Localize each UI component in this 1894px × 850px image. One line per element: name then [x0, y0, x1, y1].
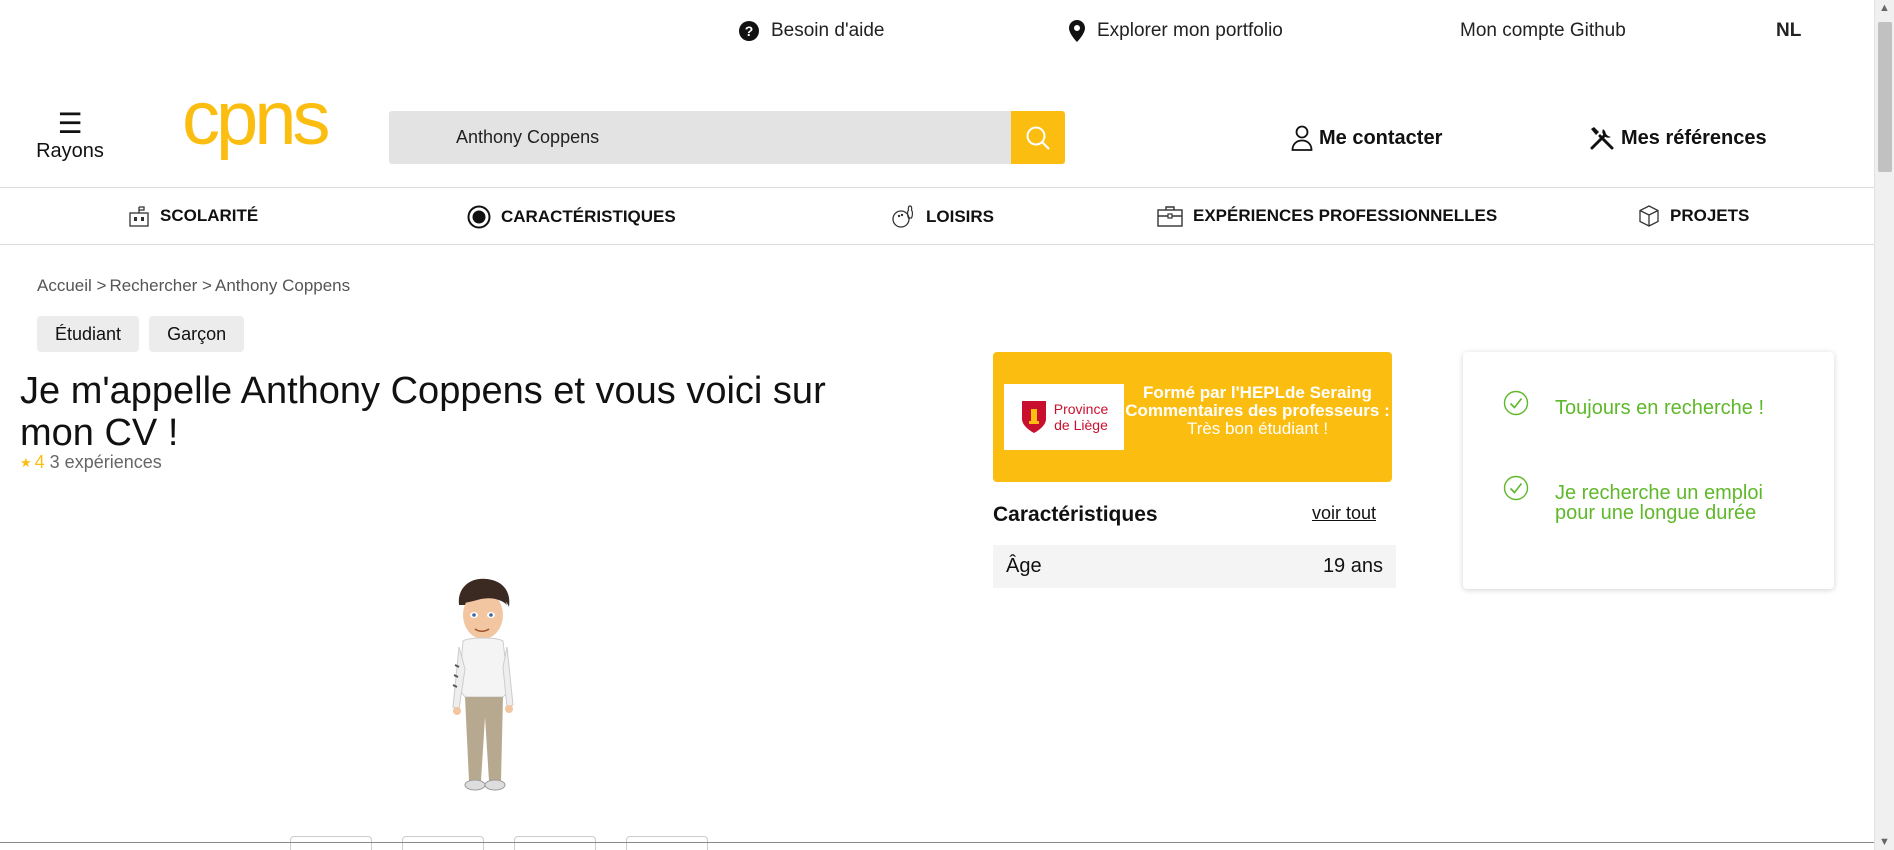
page-title: Je m'appelle Anthony Coppens et vous voi…	[20, 370, 826, 454]
target-icon	[467, 205, 491, 229]
characteristic-value: 19 ans	[1322, 555, 1383, 577]
utility-bar: ? Besoin d'aide Explorer mon portfolio M…	[0, 0, 1874, 72]
scroll-up-arrow-icon[interactable]: ▲	[1879, 2, 1890, 14]
nav-experiences[interactable]: EXPÉRIENCES PROFESSIONNELLES	[1157, 205, 1497, 227]
help-label: Besoin d'aide	[771, 20, 885, 41]
nav-projets[interactable]: PROJETS	[1638, 205, 1749, 227]
training-banner[interactable]: Province de Liège Formé par l'HEPLde Ser…	[993, 352, 1392, 482]
avatar-illustration	[452, 578, 514, 791]
contact-link[interactable]: Me contacter	[1291, 125, 1442, 151]
portfolio-label: Explorer mon portfolio	[1097, 20, 1283, 41]
briefcase-icon	[1157, 206, 1183, 227]
status-item: Je recherche un emploi pour une longue d…	[1503, 475, 1775, 524]
province-logo-line2: de Liège	[1054, 417, 1108, 433]
tools-icon	[1590, 127, 1614, 150]
help-link[interactable]: ? Besoin d'aide	[739, 20, 885, 42]
question-icon: ?	[739, 21, 759, 41]
characteristics-title: Caractéristiques	[993, 503, 1158, 526]
experiences-count[interactable]: 3 expériences	[50, 452, 162, 473]
cpns-logo[interactable]: cpns	[182, 94, 342, 164]
nav-loisirs[interactable]: LOISIRS	[892, 205, 994, 229]
scroll-down-arrow-icon[interactable]: ▼	[1879, 836, 1890, 848]
box-icon	[1639, 205, 1659, 227]
portfolio-link[interactable]: Explorer mon portfolio	[1069, 20, 1283, 42]
school-icon	[129, 206, 149, 227]
province-liege-logo: Province de Liège	[1004, 384, 1124, 450]
training-school: Formé par l'HEPLde Seraing	[1143, 383, 1372, 402]
characteristic-row: Âge 19 ans	[993, 545, 1396, 588]
thumbnail[interactable]	[626, 836, 708, 850]
menu-button[interactable]: ☰ Rayons	[34, 110, 106, 163]
main-header: ☰ Rayons cpns Me contacter Mes référence…	[0, 88, 1874, 188]
nav-scolarite[interactable]: SCOLARITÉ	[128, 205, 258, 227]
teacher-comments-label: Commentaires des professeurs :	[1125, 401, 1390, 420]
user-icon	[1291, 125, 1313, 151]
scroll-thumb[interactable]	[1878, 22, 1892, 172]
training-text: Formé par l'HEPLde Seraing Commentaires …	[1125, 384, 1390, 438]
carousel-thumbnails	[290, 836, 738, 850]
breadcrumb-current: Anthony Coppens	[214, 276, 351, 295]
check-circle-icon	[1503, 475, 1529, 501]
search-icon	[1026, 126, 1050, 150]
status-item: Toujours en recherche !	[1503, 390, 1765, 419]
characteristic-label: Âge	[1006, 555, 1042, 577]
province-logo-text: Province de Liège	[1054, 401, 1108, 433]
tag-garcon[interactable]: Garçon	[149, 316, 245, 352]
rating-score: 4	[34, 452, 45, 472]
menu-label: Rayons	[36, 140, 104, 162]
teacher-comment: Très bon étudiant !	[1186, 419, 1329, 438]
nav-caracteristiques[interactable]: CARACTÉRISTIQUES	[467, 205, 676, 229]
search-button[interactable]	[1011, 111, 1065, 164]
github-link[interactable]: Mon compte Github	[1460, 20, 1626, 42]
nav-loisirs-label: LOISIRS	[926, 207, 995, 226]
category-nav: SCOLARITÉ CARACTÉRISTIQUES LOISIRS EXPÉR…	[0, 187, 1874, 245]
page-scrollbar[interactable]: ▲ ▼	[1874, 0, 1894, 850]
status-text: Je recherche un emploi pour une longue d…	[1555, 482, 1763, 524]
thumbnail[interactable]	[402, 836, 484, 850]
bowling-icon	[892, 205, 914, 228]
references-label: Mes références	[1621, 126, 1767, 149]
thumbnail[interactable]	[290, 836, 372, 850]
contact-label: Me contacter	[1319, 126, 1443, 149]
references-link[interactable]: Mes références	[1589, 125, 1767, 151]
language-switch[interactable]: NL	[1776, 20, 1801, 42]
nav-scolarite-label: SCOLARITÉ	[160, 206, 259, 225]
breadcrumb-search[interactable]: Rechercher >	[109, 276, 212, 296]
hamburger-icon: ☰	[57, 108, 83, 139]
province-shield-icon	[1021, 401, 1046, 433]
search-input[interactable]	[389, 111, 1011, 164]
divider	[0, 842, 1874, 843]
status-card: Toujours en recherche ! Je recherche un …	[1463, 352, 1834, 589]
tag-etudiant[interactable]: Étudiant	[37, 316, 140, 352]
breadcrumb-home[interactable]: Accueil >	[37, 276, 106, 296]
check-circle-icon	[1503, 390, 1529, 416]
breadcrumb: Accueil > Rechercher > Anthony Coppens	[37, 276, 353, 296]
star-icon: ★	[20, 454, 32, 470]
thumbnail[interactable]	[514, 836, 596, 850]
nav-experiences-label: EXPÉRIENCES PROFESSIONNELLES	[1193, 206, 1498, 225]
province-logo-line1: Province	[1053, 401, 1109, 417]
logo-text: cpns	[182, 94, 329, 161]
search-bar	[389, 111, 1065, 164]
nav-caracteristiques-label: CARACTÉRISTIQUES	[501, 207, 676, 226]
see-all-link[interactable]: voir tout	[1312, 503, 1376, 524]
rating: ★ 4 3 expériences	[20, 452, 162, 473]
profile-tags: Étudiant Garçon	[37, 316, 254, 352]
nav-projets-label: PROJETS	[1670, 206, 1750, 225]
svg-text:?: ?	[745, 23, 754, 39]
location-pin-icon	[1069, 20, 1085, 42]
status-text: Toujours en recherche !	[1555, 397, 1765, 419]
